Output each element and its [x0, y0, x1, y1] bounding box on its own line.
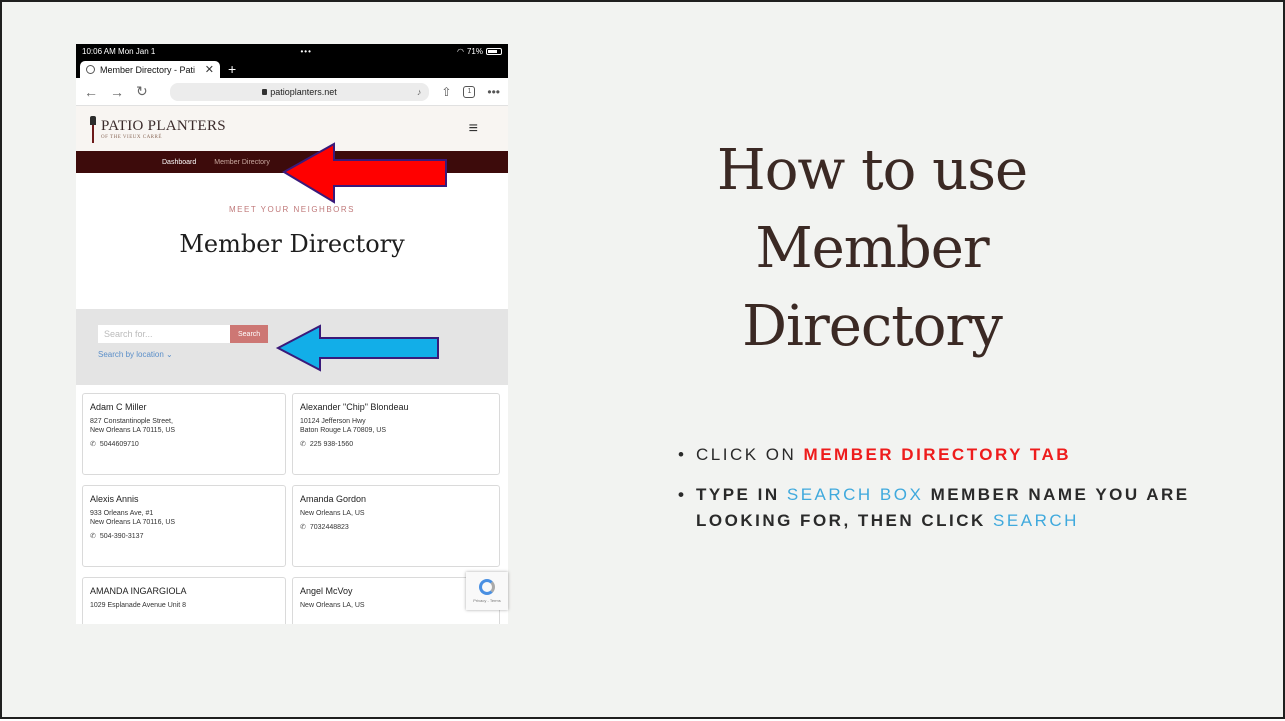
member-address: New Orleans LA 70115, US — [90, 427, 176, 434]
browser-toolbar: ← → ↻ patioplanters.net ♪ ⇧ 1 ••• — [76, 78, 508, 106]
member-card[interactable]: Amanda Gordon New Orleans LA, US ✆ 703244… — [292, 485, 500, 567]
phone-icon: ✆ — [90, 533, 96, 540]
member-address: 827 Constantinople Street, — [90, 418, 173, 425]
phone-icon: ✆ — [300, 441, 306, 448]
browser-tab-bar: Member Directory - Pati ✕ + — [76, 58, 508, 78]
status-time: 10:06 AM Mon Jan 1 — [82, 46, 156, 56]
recaptcha-text: Privacy - Terms — [473, 598, 501, 603]
search-button[interactable]: Search — [230, 325, 269, 343]
microphone-icon[interactable]: ♪ — [417, 87, 422, 97]
share-icon[interactable]: ⇧ — [441, 85, 451, 99]
member-name: AMANDA INGARGIOLA — [90, 586, 187, 596]
more-icon[interactable]: ••• — [487, 85, 500, 99]
phone-icon: ✆ — [300, 524, 306, 531]
eyebrow-text: MEET YOUR NEIGHBORS — [229, 205, 355, 214]
member-card[interactable]: Adam C Miller 827 Constantinople Street,… — [82, 393, 286, 475]
site-logo[interactable]: PATIO PLANTERS OF THE VIEUX CARRÉ — [88, 114, 226, 144]
slide-title: How to use Member Directory — [716, 138, 1028, 359]
member-card[interactable]: Alexis Annis 933 Orleans Ave, #1 New Orl… — [82, 485, 286, 567]
lock-icon — [262, 88, 268, 95]
highlight-member-directory-tab: MEMBER DIRECTORY TAB — [803, 445, 1072, 464]
presentation-slide: 10:06 AM Mon Jan 1 ••• ◠ 71% Member Dire… — [0, 0, 1285, 719]
status-right: ◠ 71% — [457, 47, 502, 56]
nav-dashboard[interactable]: Dashboard — [162, 159, 196, 166]
lamp-icon — [88, 114, 98, 144]
nav-member-directory[interactable]: Member Directory — [214, 159, 270, 166]
member-address: Baton Rouge LA 70809, US — [300, 427, 387, 434]
member-address: New Orleans LA 70116, US — [90, 519, 176, 526]
member-address: 1029 Esplanade Avenue Unit 8 — [90, 602, 187, 609]
address-bar[interactable]: patioplanters.net ♪ — [169, 82, 430, 101]
member-name: Angel McVoy — [300, 586, 353, 596]
member-phone[interactable]: ✆ 225 938-1560 — [300, 440, 492, 448]
member-name: Alexis Annis — [90, 494, 139, 504]
logo-main-text: PATIO PLANTERS — [101, 117, 226, 134]
search-section: Search Search by location ⌄ — [76, 309, 508, 385]
reload-icon[interactable]: ↻ — [136, 83, 148, 100]
member-phone[interactable]: ✆ 5044609710 — [90, 440, 278, 448]
member-address: 933 Orleans Ave, #1 — [90, 510, 154, 517]
recaptcha-badge[interactable]: Privacy - Terms — [466, 572, 508, 610]
member-name: Alexander "Chip" Blondeau — [300, 402, 409, 412]
multitask-dots: ••• — [300, 46, 312, 56]
phone-icon: ✆ — [90, 441, 96, 448]
globe-icon — [86, 65, 95, 74]
member-name: Adam C Miller — [90, 402, 147, 412]
ipad-screenshot: 10:06 AM Mon Jan 1 ••• ◠ 71% Member Dire… — [76, 44, 508, 624]
instruction-step-2: TYPE IN SEARCH BOX MEMBER NAME YOU ARE L… — [678, 482, 1198, 534]
tab-overview-button[interactable]: 1 — [463, 85, 476, 98]
hero-section: MEET YOUR NEIGHBORS Member Directory — [76, 173, 508, 309]
battery-percent: 71% — [466, 46, 483, 56]
member-address: 10124 Jefferson Hwy — [300, 418, 366, 425]
recaptcha-icon — [479, 579, 495, 595]
member-name: Amanda Gordon — [300, 494, 367, 504]
logo-sub-text: OF THE VIEUX CARRÉ — [101, 134, 162, 140]
close-icon[interactable]: ✕ — [205, 63, 214, 76]
highlight-search-box: SEARCH BOX — [786, 485, 924, 504]
search-by-location-link[interactable]: Search by location ⌄ — [98, 350, 486, 359]
member-address: New Orleans LA, US — [300, 602, 365, 609]
instruction-list: CLICK ON MEMBER DIRECTORY TAB TYPE IN SE… — [678, 442, 1198, 548]
tab-title: Member Directory - Pati — [100, 64, 196, 75]
status-bar: 10:06 AM Mon Jan 1 ••• ◠ 71% — [76, 44, 508, 58]
site-header: PATIO PLANTERS OF THE VIEUX CARRÉ ≡ — [76, 106, 508, 151]
menu-icon[interactable]: ≡ — [469, 120, 478, 138]
forward-icon[interactable]: → — [110, 84, 124, 100]
member-phone[interactable]: ✆ 7032448823 — [300, 523, 492, 531]
browser-tab[interactable]: Member Directory - Pati ✕ — [80, 61, 220, 78]
member-phone[interactable]: ✆ 504-390-3137 — [90, 532, 278, 540]
url-text: patioplanters.net — [270, 86, 337, 97]
member-address: New Orleans LA, US — [300, 510, 365, 517]
member-card[interactable]: AMANDA INGARGIOLA 1029 Esplanade Avenue … — [82, 577, 286, 624]
instruction-step-1: CLICK ON MEMBER DIRECTORY TAB — [678, 442, 1198, 468]
battery-icon — [485, 47, 502, 55]
search-input[interactable] — [98, 325, 230, 343]
wifi-icon: ◠ — [456, 46, 464, 56]
new-tab-button[interactable]: + — [228, 61, 236, 78]
back-icon[interactable]: ← — [84, 84, 98, 100]
highlight-search: SEARCH — [993, 511, 1079, 530]
member-list: Adam C Miller 827 Constantinople Street,… — [76, 385, 508, 624]
page-title: Member Directory — [179, 230, 405, 258]
member-card[interactable]: Alexander "Chip" Blondeau 10124 Jefferso… — [292, 393, 500, 475]
site-nav: Dashboard Member Directory — [76, 151, 508, 173]
